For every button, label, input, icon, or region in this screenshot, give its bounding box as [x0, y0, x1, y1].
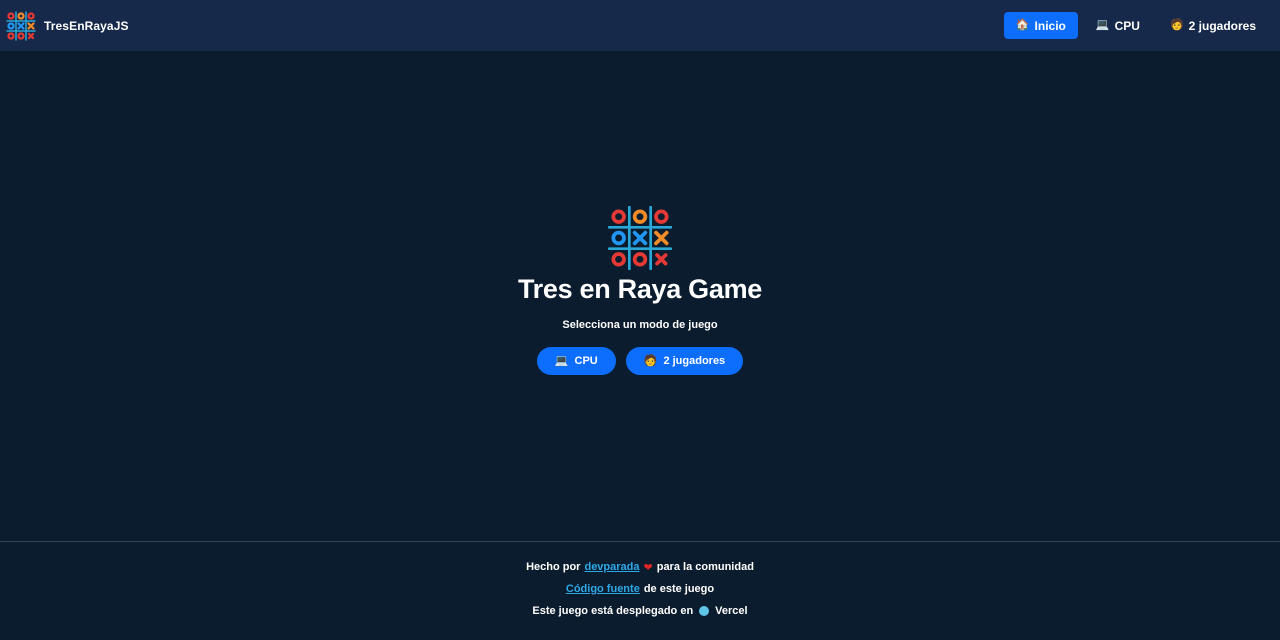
source-code-link[interactable]: Código fuente	[566, 583, 640, 595]
two-players-mode-label: 2 jugadores	[663, 355, 726, 367]
person-icon: 🧑	[1169, 19, 1184, 31]
tic-tac-toe-logo-icon	[608, 206, 672, 270]
nav-inicio[interactable]: 🏠 Inicio	[1003, 12, 1078, 39]
main-nav: 🏠 Inicio 💻 CPU 🧑 2 jugadores	[1003, 12, 1268, 39]
nav-inicio-label: Inicio	[1034, 18, 1066, 33]
hero: Tres en Raya Game Selecciona un modo de …	[0, 51, 1280, 541]
cpu-mode-label: CPU	[574, 355, 598, 367]
nav-cpu[interactable]: 💻 CPU	[1084, 12, 1152, 39]
home-icon: 🏠	[1015, 19, 1030, 31]
page-subtitle: Selecciona un modo de juego	[562, 319, 718, 331]
footer-made-by-text: Hecho por	[526, 561, 581, 573]
navbar: TresEnRayaJS 🏠 Inicio 💻 CPU 🧑 2 jugadore…	[0, 0, 1280, 51]
vercel-label: Vercel	[715, 605, 748, 617]
laptop-icon: 💻	[1095, 19, 1110, 31]
author-link[interactable]: devparada	[584, 561, 639, 573]
nav-cpu-label: CPU	[1114, 18, 1140, 33]
brand[interactable]: TresEnRayaJS	[6, 10, 129, 41]
page-title: Tres en Raya Game	[517, 274, 763, 304]
person-icon: 🧑	[643, 354, 658, 367]
cpu-mode-button[interactable]: 💻 CPU	[536, 347, 616, 375]
footer: Hecho por devparada ❤ para la comunidad …	[0, 541, 1280, 640]
vercel-icon	[699, 606, 710, 616]
tic-tac-toe-logo-icon	[6, 10, 36, 41]
footer-deploy: Este juego está desplegado en Vercel	[532, 604, 747, 618]
laptop-icon: 💻	[554, 354, 569, 367]
two-players-mode-button[interactable]: 🧑 2 jugadores	[625, 347, 744, 375]
heart-icon: ❤	[643, 561, 653, 574]
nav-2-jugadores[interactable]: 🧑 2 jugadores	[1158, 12, 1268, 39]
footer-community-text: para la comunidad	[656, 561, 754, 573]
footer-source: Código fuente de este juego	[566, 582, 714, 596]
footer-deploy-text: Este juego está desplegado en	[532, 605, 694, 617]
footer-source-text: de este juego	[643, 583, 715, 595]
mode-buttons: 💻 CPU 🧑 2 jugadores	[536, 347, 744, 375]
nav-2-jugadores-label: 2 jugadores	[1188, 18, 1256, 33]
brand-name: TresEnRayaJS	[44, 18, 129, 33]
footer-credits: Hecho por devparada ❤ para la comunidad	[526, 560, 754, 574]
